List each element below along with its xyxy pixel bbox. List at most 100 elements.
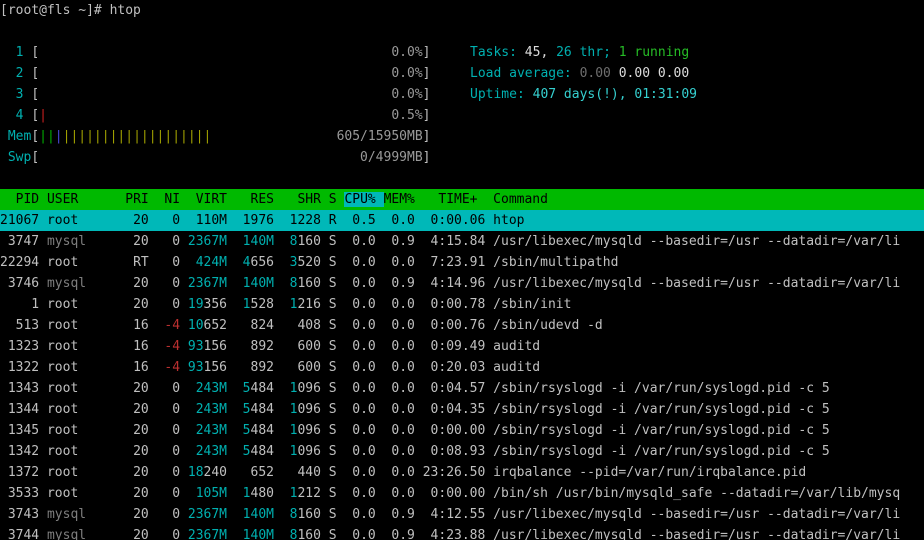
cell-mem: 0.9 [383,507,423,522]
uptime-value: 407 days(!), 01:31:09 [532,87,697,102]
swp-meter: Swp[ 0/4999MB] [0,147,924,168]
cell-shr: 408 [297,318,321,333]
cell-res: 140M [242,276,274,291]
cpu3-meter: 3 [ 0.0%] [0,84,924,105]
column-header-command[interactable]: Command [493,192,548,207]
cell-virt: 93 [187,360,204,375]
tasks-threads: 26 thr; [556,45,619,60]
cell-pid: 3746 [0,276,47,291]
cpu3-meter-label: 3 [0,87,32,102]
process-row-22294[interactable]: 22294 root RT 0 424M 4656 3520 S 0.0 0.0… [0,252,924,273]
cell-pid: 21067 [0,213,47,228]
column-header-time[interactable]: TIME+ [423,192,493,207]
process-row-3533[interactable]: 3533 root 20 0 105M 1480 1212 S 0.0 0.0 … [0,483,924,504]
cell-res: 5 [242,402,251,417]
uptime-label: Uptime: [470,87,533,102]
process-row-1[interactable]: 1 root 20 0 19356 1528 1216 S 0.0 0.0 0:… [0,294,924,315]
cell-virt: 2367M [187,528,228,540]
meter-open-bracket: [ [31,66,40,81]
column-header-virt[interactable]: VIRT [188,192,235,207]
cell-virt: 93 [187,339,204,354]
cell-time: 4:15.84 [422,234,494,249]
cell-state: S [328,234,345,249]
cell-user: root [46,423,126,438]
cell-user: mysql [46,528,126,540]
process-row-1322[interactable]: 1322 root 16 -4 93156 892 600 S 0.0 0.0 … [0,357,924,378]
cell-cpu: 0.0 [344,234,384,249]
column-header-cpu[interactable]: CPU% [344,192,384,207]
cell-pid: 1323 [0,339,47,354]
cell-cpu: 0.0 [344,528,384,540]
cell-command: auditd [493,360,541,375]
process-row-1323[interactable]: 1323 root 16 -4 93156 892 600 S 0.0 0.0 … [0,336,924,357]
cell-ni: 0 [156,234,188,249]
cell-user: root [46,486,126,501]
tasks-label: Tasks: [470,45,525,60]
process-row-3746[interactable]: 3746 mysql 20 0 2367M 140M 8160 S 0.0 0.… [0,273,924,294]
column-header-mem[interactable]: MEM% [384,192,423,207]
cpu1-meter-value: 0.0% [39,45,423,60]
column-header-s[interactable]: S [329,192,345,207]
cell-virt: 2367M [187,507,228,522]
process-row-21067[interactable]: 21067 root 20 0 110M 1976 1228 R 0.5 0.0… [0,210,924,231]
process-row-3747[interactable]: 3747 mysql 20 0 2367M 140M 8160 S 0.0 0.… [0,231,924,252]
cell-cpu: 0.0 [344,339,384,354]
tasks-line: Tasks: 45, 26 thr; 1 running [470,42,697,63]
cell-shr: 600 [297,339,321,354]
cell-cpu: 0.0 [344,318,384,333]
meter-open-bracket: [ [31,108,40,123]
cell-virt: 424M [195,255,228,270]
cell-shr: 440 [297,465,321,480]
cell-user: mysql [46,234,126,249]
meter-close-bracket: ] [422,45,431,60]
cell-ni: -4 [156,360,188,375]
cell-mem: 0.0 [383,444,423,459]
cell-res: 140M [242,234,274,249]
column-header-ni[interactable]: NI [157,192,188,207]
process-row-1343[interactable]: 1343 root 20 0 243M 5484 1096 S 0.0 0.0 … [0,378,924,399]
cell-time: 0:00.78 [422,297,494,312]
column-header-shr[interactable]: SHR [282,192,329,207]
column-header-pid[interactable]: PID [0,192,47,207]
process-row-1345[interactable]: 1345 root 20 0 243M 5484 1096 S 0.0 0.0 … [0,420,924,441]
cell-mem: 0.9 [383,276,423,291]
tasks-running: 1 running [618,45,690,60]
process-row-3744[interactable]: 3744 mysql 20 0 2367M 140M 8160 S 0.0 0.… [0,525,924,540]
cell-pri: 16 [125,318,157,333]
cell-pid: 1322 [0,360,47,375]
load-average-5min: 0.00 [618,66,658,81]
cell-mem: 0.0 [383,465,423,480]
cell-pri: 20 [125,486,157,501]
cell-cpu: 0.0 [344,255,384,270]
cell-cpu: 0.0 [344,444,384,459]
cell-state: S [328,297,345,312]
cell-user: root [46,360,126,375]
cell-mem: 0.0 [383,318,423,333]
cell-res: 892 [250,360,274,375]
cell-state: S [328,528,345,540]
cell-pri: 16 [125,339,157,354]
cpu4-meter: 4 [| 0.5%] [0,105,924,126]
cell-state: R [328,213,345,228]
column-header-user[interactable]: USER [47,192,125,207]
cell-command: /sbin/udevd -d [493,318,603,333]
cell-command: /sbin/init [493,297,572,312]
cell-time: 0:20.03 [422,360,494,375]
cell-virt: 105M [195,486,228,501]
cell-user: root [46,465,126,480]
cell-virt: 2367M [187,234,228,249]
process-row-1344[interactable]: 1344 root 20 0 243M 5484 1096 S 0.0 0.0 … [0,399,924,420]
process-row-513[interactable]: 513 root 16 -4 10652 824 408 S 0.0 0.0 0… [0,315,924,336]
cell-cpu: 0.0 [344,486,384,501]
cell-time: 4:23.88 [422,528,494,540]
cell-ni: 0 [156,423,188,438]
column-header-res[interactable]: RES [235,192,282,207]
cell-mem: 0.0 [383,360,423,375]
cell-command: /sbin/multipathd [493,255,619,270]
cell-state: S [328,507,345,522]
process-row-1372[interactable]: 1372 root 20 0 18240 652 440 S 0.0 0.0 2… [0,462,924,483]
column-header-pri[interactable]: PRI [125,192,156,207]
process-row-1342[interactable]: 1342 root 20 0 243M 5484 1096 S 0.0 0.0 … [0,441,924,462]
process-row-3743[interactable]: 3743 mysql 20 0 2367M 140M 8160 S 0.0 0.… [0,504,924,525]
table-header: PID USER PRI NI VIRT RES SHR S CPU% MEM%… [0,189,924,210]
